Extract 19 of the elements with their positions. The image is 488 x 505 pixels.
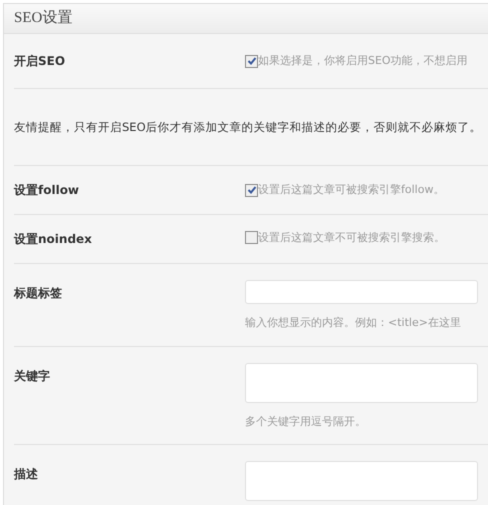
checkbox-option[interactable]: 设置后这篇文章可被搜索引擎follow。 <box>245 182 444 198</box>
textarea-field[interactable] <box>245 362 478 403</box>
panel-title: SEO设置 <box>14 8 72 28</box>
field-label: 关键字 <box>14 368 51 385</box>
field-label: 设置noindex <box>14 231 93 248</box>
textarea-field[interactable] <box>245 461 478 502</box>
checkbox[interactable] <box>245 54 258 68</box>
field-hint: 输入你想显示的内容。例如：<title>在这里 <box>245 315 461 332</box>
checkbox[interactable] <box>245 184 258 197</box>
input-field[interactable] <box>245 280 478 304</box>
checkbox-option[interactable]: 设置后这篇文章不可被搜索引擎搜索。 <box>245 230 445 246</box>
field-label: 标题标签 <box>14 285 63 302</box>
checkbox[interactable] <box>245 231 258 244</box>
notice-text: 友情提醒，只有开启SEO后你才有添加文章的关键字和描述的必要，否则就不必麻烦了。 <box>14 119 482 136</box>
field-hint: 多个关键字用逗号隔开。 <box>245 414 366 430</box>
field-label: 开启SEO <box>14 53 66 70</box>
field-label: 设置follow <box>14 182 80 200</box>
field-label: 描述 <box>14 466 39 484</box>
checkbox-option[interactable]: 如果选择是，你将启用SEO功能，不想启用 <box>245 52 468 70</box>
